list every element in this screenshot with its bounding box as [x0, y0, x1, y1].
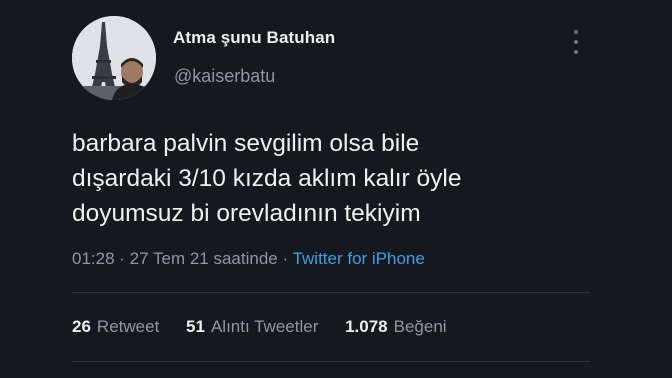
retweets-count: 26 — [72, 317, 91, 336]
tweet-text-line: barbara palvin sevgilim olsa bile — [72, 130, 420, 157]
avatar-photo — [72, 16, 156, 100]
tweet-text: barbara palvin sevgilim olsa bile dışard… — [72, 126, 592, 231]
likes-count: 1.078 — [345, 317, 388, 336]
menu-dot — [574, 30, 578, 34]
quotes-count: 51 — [186, 317, 205, 336]
tweet-card: Atma şunu Batuhan @kaiserbatu barbara pa… — [0, 0, 672, 378]
retweets-stat[interactable]: 26 Retweet — [72, 317, 159, 337]
retweets-label: Retweet — [96, 317, 160, 336]
quotes-stat[interactable]: 51 Alıntı Tweetler — [186, 317, 318, 337]
tweet-date[interactable]: 27 Tem 21 saatinde — [130, 249, 278, 268]
tweet-time[interactable]: 01:28 — [72, 249, 115, 268]
likes-label: Beğeni — [393, 317, 447, 336]
username[interactable]: @kaiserbatu — [174, 66, 275, 87]
meta-separator: · — [282, 249, 293, 268]
tweet-text-line: doyumsuz bi orevladının tekiyim — [72, 200, 421, 227]
divider — [72, 292, 590, 293]
more-vertical-icon[interactable] — [566, 30, 586, 54]
tweet-text-line: dışardaki 3/10 kızda aklım kalır öyle — [72, 165, 462, 192]
tweet-meta: 01:28 · 27 Tem 21 saatinde · Twitter for… — [72, 249, 425, 269]
quotes-label: Alıntı Tweetler — [210, 317, 319, 336]
menu-dot — [574, 50, 578, 54]
divider — [72, 361, 590, 362]
likes-stat[interactable]: 1.078 Beğeni — [345, 317, 446, 337]
avatar[interactable] — [72, 16, 156, 100]
display-name[interactable]: Atma şunu Batuhan — [173, 28, 335, 48]
tweet-stats: 26 Retweet 51 Alıntı Tweetler 1.078 Beğeni — [72, 317, 469, 337]
tweet-source-link[interactable]: Twitter for iPhone — [293, 249, 425, 268]
menu-dot — [574, 40, 578, 44]
meta-separator: · — [119, 249, 130, 268]
